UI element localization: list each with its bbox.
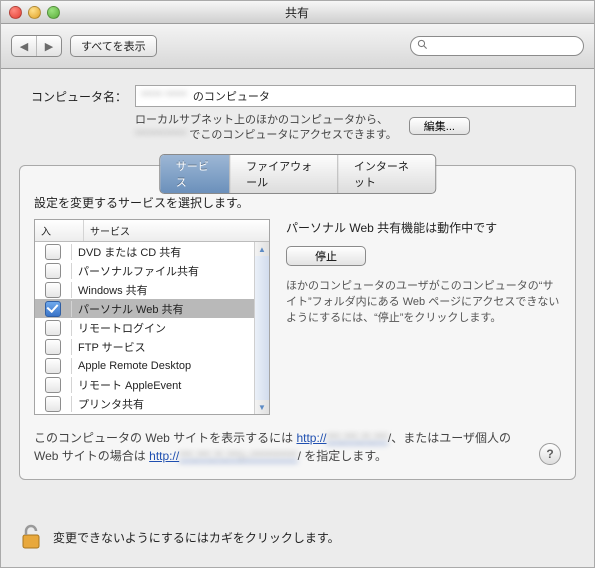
help-button[interactable]: ? xyxy=(539,443,561,465)
user-site-url-link[interactable]: http://***.***.**.***/~********** xyxy=(149,449,297,463)
tab-services[interactable]: サービス xyxy=(160,155,230,193)
lock-text: 変更できないようにするにはカギをクリックします。 xyxy=(53,529,340,546)
column-on[interactable]: 入 xyxy=(35,220,84,241)
list-item[interactable]: リモートログイン xyxy=(35,318,269,337)
list-header: 入 サービス xyxy=(35,220,269,242)
toolbar: ◀ ▶ すべてを表示 xyxy=(1,24,594,69)
list-item[interactable]: Apple Remote Desktop xyxy=(35,356,269,375)
services-panel: サービス ファイアウォール インターネット 設定を変更するサービスを選択します。… xyxy=(19,165,576,480)
tab-internet[interactable]: インターネット xyxy=(338,155,435,193)
service-label: プリンタ共有 xyxy=(72,393,269,415)
service-checkbox[interactable] xyxy=(45,244,61,260)
service-checkbox[interactable] xyxy=(45,301,61,317)
computer-name-field[interactable]: ***** ***** のコンピュータ xyxy=(135,85,576,107)
panel-inner: 入 サービス DVD または CD 共有パーソナルファイル共有Windows 共… xyxy=(34,219,561,415)
service-label: FTP サービス xyxy=(72,336,269,358)
service-checkbox[interactable] xyxy=(45,358,61,374)
list-item[interactable]: パーソナルファイル共有 xyxy=(35,261,269,280)
search-field[interactable] xyxy=(410,36,584,56)
computer-name-subtext: ローカルサブネット上のほかのコンピュータから、 ************ でこの… xyxy=(135,113,397,143)
footer-text: このコンピュータの Web サイトを表示するには http://***.***.… xyxy=(34,429,561,465)
show-all-button[interactable]: すべてを表示 xyxy=(70,35,157,57)
list-item[interactable]: プリンタ共有 xyxy=(35,394,269,413)
service-checkbox[interactable] xyxy=(45,282,61,298)
computer-name-suffix: のコンピュータ xyxy=(193,88,270,104)
list-item[interactable]: DVD または CD 共有 xyxy=(35,242,269,261)
panel-heading: 設定を変更するサービスを選択します。 xyxy=(34,194,561,211)
scroll-down-icon[interactable]: ▼ xyxy=(255,400,269,414)
search-icon xyxy=(417,39,428,53)
nav-group: ◀ ▶ xyxy=(11,35,62,57)
forward-button[interactable]: ▶ xyxy=(36,36,61,56)
sharing-preference-window: 共有 ◀ ▶ すべてを表示 コンピュータ名： ***** ***** のコンピュ… xyxy=(0,0,595,568)
titlebar: 共有 xyxy=(1,1,594,24)
computer-name-row: コンピュータ名： ***** ***** のコンピュータ xyxy=(19,85,576,107)
stop-button[interactable]: 停止 xyxy=(286,246,366,266)
content: コンピュータ名： ***** ***** のコンピュータ ローカルサブネット上の… xyxy=(1,69,594,492)
site-url-link[interactable]: http://***.***.**.*** xyxy=(296,431,387,445)
lock-icon[interactable] xyxy=(19,522,43,553)
service-checkbox[interactable] xyxy=(45,396,61,412)
service-label: Apple Remote Desktop xyxy=(72,357,269,375)
scrollbar[interactable]: ▲ ▼ xyxy=(254,242,269,414)
search-input[interactable] xyxy=(432,39,578,53)
lock-line: 変更できないようにするにはカギをクリックします。 xyxy=(19,522,340,553)
service-status: パーソナル Web 共有機能は動作中です xyxy=(286,219,561,236)
list-body: DVD または CD 共有パーソナルファイル共有Windows 共有パーソナル … xyxy=(35,242,269,414)
back-button[interactable]: ◀ xyxy=(12,36,36,56)
service-checkbox[interactable] xyxy=(45,320,61,336)
tabs: サービス ファイアウォール インターネット xyxy=(159,154,437,194)
service-detail: パーソナル Web 共有機能は動作中です 停止 ほかのコンピュータのユーザがこの… xyxy=(286,219,561,415)
window-title: 共有 xyxy=(0,4,594,21)
computer-name-obscured: ***** ***** xyxy=(141,90,187,102)
list-item[interactable]: Windows 共有 xyxy=(35,280,269,299)
scroll-track[interactable] xyxy=(255,256,269,400)
list-item[interactable]: FTP サービス xyxy=(35,337,269,356)
computer-name-label: コンピュータ名： xyxy=(19,88,127,105)
service-checkbox[interactable] xyxy=(45,339,61,355)
service-checkbox[interactable] xyxy=(45,263,61,279)
services-list: 入 サービス DVD または CD 共有パーソナルファイル共有Windows 共… xyxy=(34,219,270,415)
scroll-up-icon[interactable]: ▲ xyxy=(255,242,269,256)
edit-button[interactable]: 編集... xyxy=(409,117,470,135)
service-description: ほかのコンピュータのユーザがこのコンピュータの“サイト”フォルダ内にある Web… xyxy=(286,278,561,326)
computer-name-subrow: ローカルサブネット上のほかのコンピュータから、 ************ でこの… xyxy=(19,113,576,143)
column-service[interactable]: サービス xyxy=(84,220,269,241)
tab-firewall[interactable]: ファイアウォール xyxy=(230,155,338,193)
list-item[interactable]: パーソナル Web 共有 xyxy=(35,299,269,318)
service-checkbox[interactable] xyxy=(45,377,61,393)
list-item[interactable]: リモート AppleEvent xyxy=(35,375,269,394)
